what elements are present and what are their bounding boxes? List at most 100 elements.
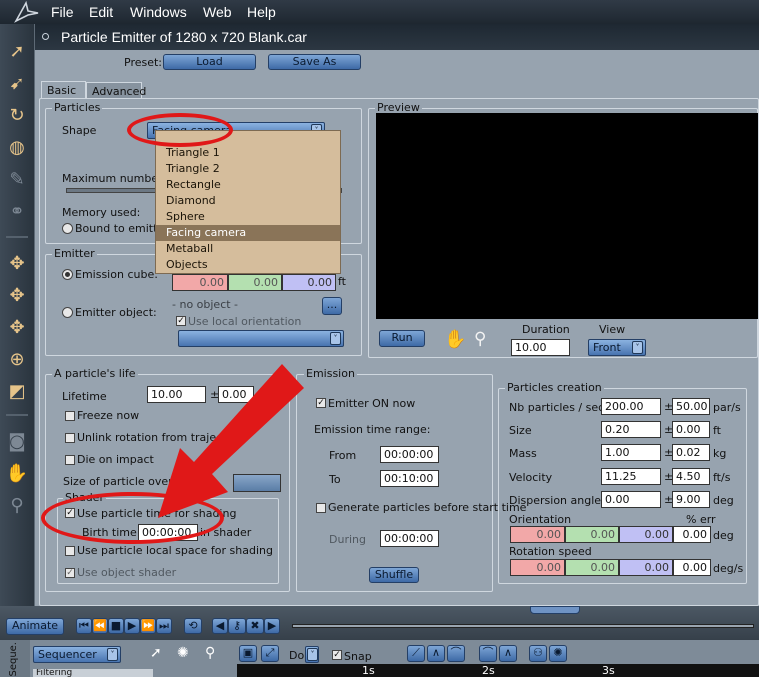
size-field[interactable]: 0.20 (601, 421, 661, 438)
prev-key-icon[interactable]: ◀ (212, 618, 228, 634)
brush-icon[interactable]: ✎ (4, 166, 30, 192)
sun-icon[interactable]: ✺ (177, 645, 189, 661)
animate-button[interactable]: Animate (6, 618, 64, 635)
hand-icon[interactable]: ✋ (4, 460, 30, 486)
run-button[interactable]: Run (379, 330, 425, 347)
menu-windows[interactable]: Windows (130, 4, 187, 20)
shape-option-metaball[interactable]: Metaball (156, 241, 340, 257)
tab-basic[interactable]: Basic (41, 81, 86, 98)
velocity-pm-field[interactable]: 4.50 (672, 468, 710, 485)
menu-help[interactable]: Help (247, 4, 276, 20)
dispersion-field[interactable]: 0.00 (601, 491, 661, 508)
key-icon[interactable]: ⚷ (228, 618, 246, 634)
go-start-icon[interactable]: ⏮ (76, 618, 92, 634)
select-arrow-icon[interactable]: ➚ (4, 38, 30, 64)
unlink-checkbox[interactable] (65, 433, 75, 443)
duration-field[interactable]: 10.00 (511, 339, 570, 356)
rotation-err-field[interactable]: 0.00 (673, 559, 711, 576)
menu-web[interactable]: Web (203, 4, 232, 20)
zoom-icon[interactable]: ⚲ (4, 492, 30, 518)
magnifier-icon[interactable]: ⚲ (474, 329, 486, 349)
dispersion-pm-field[interactable]: 9.00 (672, 491, 710, 508)
move-cross-icon[interactable]: ✥ (4, 282, 30, 308)
twist-icon[interactable]: ◍ (4, 134, 30, 160)
splitter-handle[interactable] (530, 606, 580, 614)
orbit-icon[interactable]: ⊕ (4, 346, 30, 372)
rotation-z-field[interactable]: 0.00 (619, 559, 673, 576)
freeze-checkbox[interactable] (65, 411, 75, 421)
curve-linear-icon[interactable]: ⟋ (407, 645, 425, 662)
orientation-err-field[interactable]: 0.00 (673, 526, 711, 543)
object-shader-checkbox[interactable]: ✓ (65, 568, 75, 578)
rewind-icon[interactable]: ⏪ (92, 618, 108, 634)
during-field[interactable]: 00:00:00 (380, 530, 439, 547)
shape-option-objects[interactable]: Objects (156, 257, 340, 273)
rotation-x-field[interactable]: 0.00 (510, 559, 565, 576)
expand-icon[interactable]: ⤢ (261, 645, 279, 662)
next-key-icon[interactable]: ▶ (264, 618, 280, 634)
shape-option-sphere[interactable]: Sphere (156, 209, 340, 225)
mass-pm-field[interactable]: 0.02 (672, 444, 710, 461)
nb-particles-pm-field[interactable]: 50.00 (672, 398, 710, 415)
go-end-icon[interactable]: ⏭ (156, 618, 172, 634)
scale-cross-icon[interactable]: ✥ (4, 314, 30, 340)
emitter-on-checkbox[interactable]: ✓ (316, 398, 326, 408)
cube-z-field[interactable]: 0.00 (282, 274, 336, 291)
play-icon[interactable]: ▶ (124, 618, 140, 634)
link-icon[interactable]: ⚭ (4, 198, 30, 224)
local-space-checkbox[interactable] (65, 546, 75, 556)
cube-y-field[interactable]: 0.00 (228, 274, 282, 291)
menu-file[interactable]: File (51, 4, 74, 20)
from-field[interactable]: 00:00:00 (380, 446, 439, 463)
local-orientation-checkbox[interactable]: ✓ (176, 316, 186, 326)
curve-ease-out-icon[interactable]: ∧ (499, 645, 517, 662)
shape-option-triangle-2[interactable]: Triangle 2 (156, 161, 340, 177)
to-field[interactable]: 00:10:00 (380, 470, 439, 487)
shape-option-diamond[interactable]: Diamond (156, 193, 340, 209)
emission-cube-radio[interactable] (62, 269, 73, 280)
rotate-icon[interactable]: ↻ (4, 102, 30, 128)
shuffle-button[interactable]: Shuffle (369, 567, 419, 583)
box-icon[interactable]: ◩ (4, 378, 30, 404)
mass-field[interactable]: 1.00 (601, 444, 661, 461)
curve-smooth-icon[interactable]: ⌒ (447, 645, 465, 662)
die-checkbox[interactable] (65, 455, 75, 465)
move-arrow-icon[interactable]: ➹ (4, 70, 30, 96)
browse-object-button[interactable]: ... (322, 297, 342, 315)
cube-x-field[interactable]: 0.00 (172, 274, 228, 291)
nb-particles-field[interactable]: 200.00 (601, 398, 661, 415)
velocity-field[interactable]: 11.25 (601, 468, 661, 485)
delete-key-icon[interactable]: ✖ (246, 618, 264, 634)
sequencer-select[interactable]: Sequencer ˅ (33, 646, 121, 663)
time-slider[interactable] (292, 624, 754, 628)
hand-pan-icon[interactable]: ✋ (444, 329, 466, 350)
fit-icon[interactable]: ▣ (239, 645, 257, 662)
window-close-icon[interactable] (42, 33, 49, 40)
do-select[interactable]: ˅ (305, 646, 319, 663)
zoom-search-icon[interactable]: ⚲ (205, 645, 215, 661)
menu-edit[interactable]: Edit (89, 4, 113, 20)
pointer-icon[interactable]: ➚ (150, 645, 162, 661)
load-button[interactable]: Load (163, 54, 256, 70)
snap-checkbox[interactable]: ✓ (332, 650, 342, 660)
filtering-field[interactable]: Filtering (33, 669, 153, 677)
timeline-ruler[interactable]: 1s 2s 3s (237, 664, 759, 677)
fast-forward-icon[interactable]: ⏩ (140, 618, 156, 634)
shape-option-facing-camera[interactable]: Facing camera (156, 225, 340, 241)
group-keys-icon[interactable]: ⚇ (529, 645, 547, 662)
rotation-y-field[interactable]: 0.00 (565, 559, 619, 576)
tab-advanced[interactable]: Advanced (86, 82, 146, 98)
loop-icon[interactable]: ⟲ (184, 618, 202, 634)
orientation-x-field[interactable]: 0.00 (510, 526, 565, 543)
object-select[interactable]: ˅ (178, 330, 344, 347)
stop-icon[interactable]: ■ (108, 618, 124, 634)
preview-viewport[interactable] (376, 113, 758, 319)
view-select[interactable]: Front ˅ (588, 339, 646, 356)
curve-ease-icon[interactable]: ⌒ (479, 645, 497, 662)
sequencer-side-tab[interactable]: Seque. (0, 640, 30, 677)
light-keys-icon[interactable]: ✺ (549, 645, 567, 662)
camera-icon[interactable]: ◙ (4, 428, 30, 454)
generate-checkbox[interactable] (316, 503, 326, 513)
bound-radio[interactable] (62, 223, 73, 234)
orientation-y-field[interactable]: 0.00 (565, 526, 619, 543)
